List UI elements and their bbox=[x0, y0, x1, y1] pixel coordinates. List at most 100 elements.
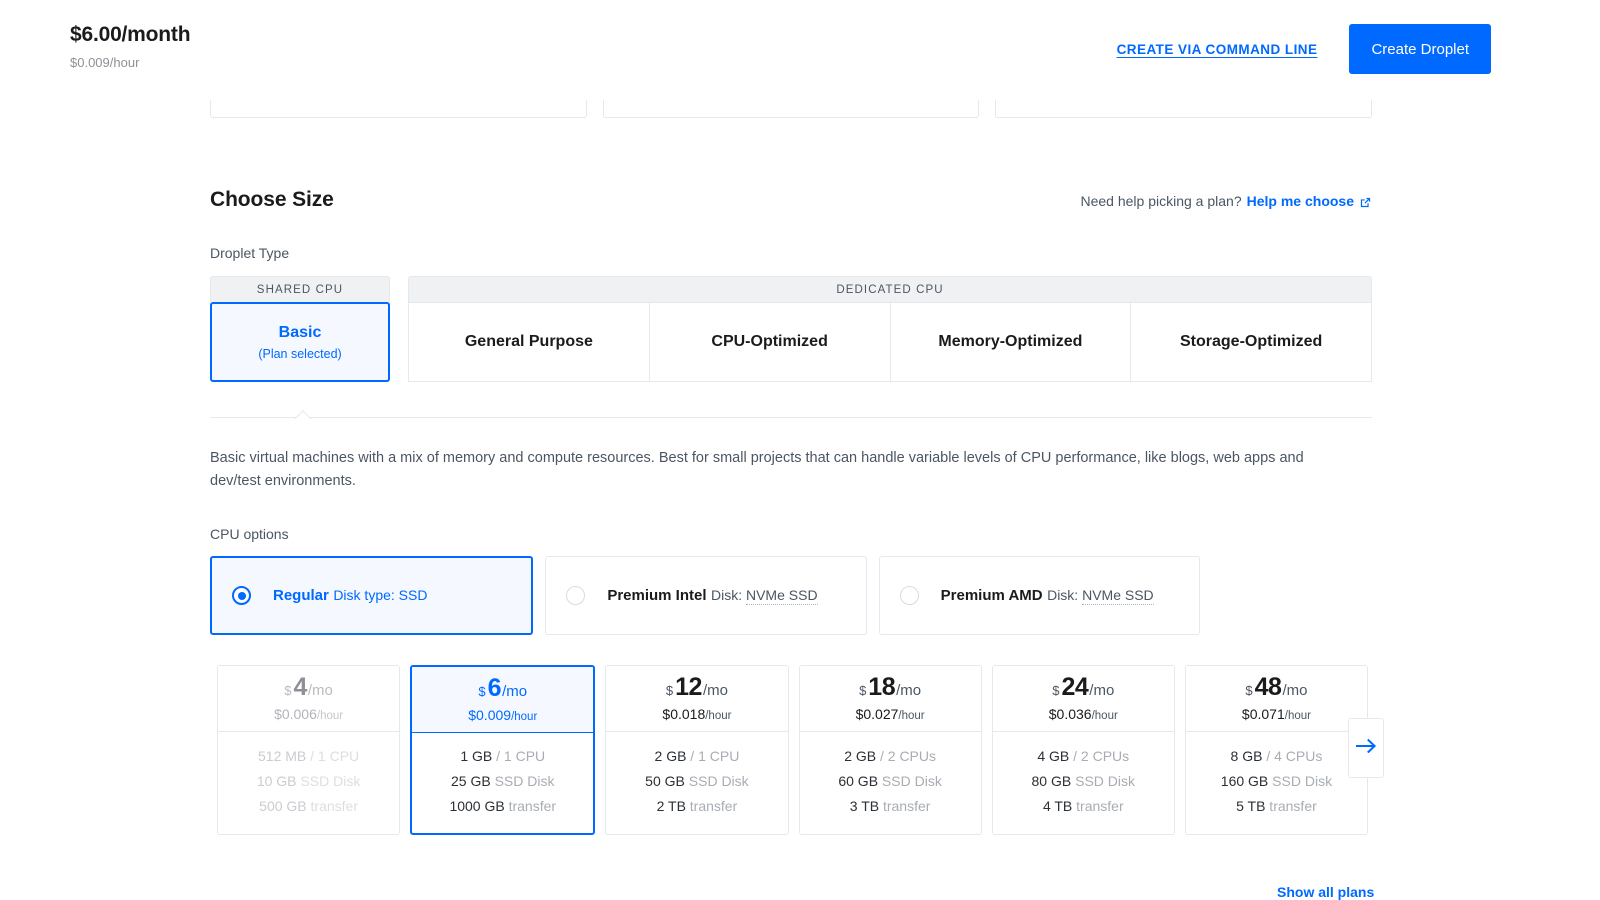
plan-card-6-hourly-unit: /hour bbox=[511, 711, 538, 723]
cpu-option-premium-amd-disk: Disk: NVMe SSD bbox=[1047, 586, 1154, 605]
droplet-type-description: Basic virtual machines with a mix of mem… bbox=[210, 450, 1304, 489]
plan-card-12[interactable]: $12/mo $0.018/hour 2 GB / 1 CPU 50 GB SS… bbox=[605, 665, 789, 835]
cpu-option-premium-intel-disk-value[interactable]: NVMe SSD bbox=[745, 586, 818, 605]
plan-card-4-disk-unit: SSD Disk bbox=[296, 772, 361, 789]
show-all-plans-link[interactable]: Show all plans bbox=[1277, 884, 1374, 900]
plans-next-page-button[interactable] bbox=[1348, 718, 1384, 778]
plan-card-12-amount: 12 bbox=[675, 673, 702, 701]
cpu-option-regular-text: Regular Disk type: SSD bbox=[273, 586, 427, 606]
plan-card-6-hourly: $0.009/hour bbox=[468, 707, 537, 723]
tab-cpu-optimized[interactable]: CPU-Optimized bbox=[649, 302, 891, 382]
price-monthly: $6.00/month bbox=[70, 23, 191, 46]
plan-card-48-price: $48/mo bbox=[1245, 675, 1307, 700]
plan-card-12-specs: 2 GB / 1 CPU 50 GB SSD Disk 2 TB transfe… bbox=[606, 732, 787, 834]
plan-card-6-amount: 6 bbox=[487, 674, 502, 702]
cpu-options-group: Regular Disk type: SSD Premium Intel Dis… bbox=[210, 556, 1200, 635]
cpu-option-regular[interactable]: Regular Disk type: SSD bbox=[210, 556, 534, 635]
plan-card-12-period: /mo bbox=[702, 682, 728, 699]
plan-card-18[interactable]: $18/mo $0.027/hour 2 GB / 2 CPUs 60 GB S… bbox=[798, 665, 982, 835]
plan-card-48[interactable]: $48/mo $0.071/hour 8 GB / 4 CPUs 160 GB … bbox=[1184, 665, 1369, 835]
cpu-options-label: CPU options bbox=[210, 526, 289, 542]
plan-card-6-disk: 25 GB bbox=[451, 772, 491, 789]
plan-card-24-transfer-line: 4 TB transfer bbox=[1043, 797, 1124, 816]
plan-card-4-transfer-unit: transfer bbox=[306, 797, 358, 814]
external-link-icon bbox=[1359, 196, 1372, 209]
radio-regular-icon[interactable] bbox=[232, 586, 251, 605]
plan-card-24-disk: 80 GB bbox=[1031, 772, 1072, 789]
droplet-type-label: Droplet Type bbox=[210, 245, 290, 261]
cpu-option-regular-disk-prefix: Disk type: bbox=[333, 586, 399, 603]
selected-tab-notch-divider bbox=[210, 410, 1372, 424]
plan-card-12-hourly: $0.018/hour bbox=[662, 706, 731, 722]
plan-card-6-price: $6/mo bbox=[478, 676, 527, 701]
plan-card-18-period: /mo bbox=[896, 682, 922, 699]
plan-card-12-disk-line: 50 GB SSD Disk bbox=[645, 772, 749, 791]
plan-card-18-memory-cpu: 2 GB / 2 CPUs bbox=[844, 747, 936, 766]
create-via-command-line-link[interactable]: CREATE VIA COMMAND LINE bbox=[1117, 42, 1318, 57]
plan-card-4-hourly-unit: /hour bbox=[316, 710, 344, 722]
shared-cpu-group: SHARED CPU Basic (Plan selected) bbox=[210, 276, 390, 382]
plan-card-12-memory: 2 GB bbox=[654, 747, 687, 764]
dedicated-cpu-group: DEDICATED CPU General Purpose CPU-Optimi… bbox=[408, 276, 1372, 382]
plan-card-24-currency: $ bbox=[1052, 683, 1060, 698]
plan-card-4-currency: $ bbox=[284, 683, 292, 698]
plan-card-6-specs: 1 GB / 1 CPU 25 GB SSD Disk 1000 GB tran… bbox=[412, 733, 593, 833]
help-me-choose-link[interactable]: Help me choose bbox=[1247, 193, 1354, 209]
plan-card-4-specs: 512 MB / 1 CPU 10 GB SSD Disk 500 GB tra… bbox=[218, 732, 399, 834]
plan-card-6-period: /mo bbox=[502, 683, 528, 700]
plan-card-18-transfer-unit: transfer bbox=[879, 797, 931, 814]
plan-card-48-price-area: $48/mo $0.071/hour bbox=[1185, 666, 1368, 732]
plan-card-24-hourly-unit: /hour bbox=[1091, 710, 1118, 722]
plan-card-6-cpu: / 1 CPU bbox=[492, 747, 546, 764]
tab-general-purpose[interactable]: General Purpose bbox=[408, 302, 650, 382]
plan-card-4-price: $4/mo bbox=[284, 675, 333, 700]
dedicated-cpu-group-header: DEDICATED CPU bbox=[408, 276, 1372, 302]
plan-card-6-currency: $ bbox=[478, 684, 486, 699]
plan-card-48-transfer-line: 5 TB transfer bbox=[1236, 797, 1317, 816]
plan-card-18-disk: 60 GB bbox=[838, 772, 879, 789]
tab-memory-optimized[interactable]: Memory-Optimized bbox=[890, 302, 1132, 382]
droplet-type-tabs: SHARED CPU Basic (Plan selected) DEDICAT… bbox=[210, 276, 1372, 382]
plan-card-48-cpu: / 4 CPUs bbox=[1262, 747, 1323, 764]
plan-card-12-disk-unit: SSD Disk bbox=[684, 772, 749, 789]
plan-card-18-hourly-unit: /hour bbox=[898, 710, 925, 722]
plan-card-6-transfer: 1000 GB bbox=[449, 797, 505, 814]
tab-storage-optimized-title: Storage-Optimized bbox=[1180, 333, 1323, 350]
plan-card-4-memory-cpu: 512 MB / 1 CPU bbox=[258, 747, 359, 766]
plan-card-12-transfer-unit: transfer bbox=[685, 797, 738, 814]
tab-general-purpose-title: General Purpose bbox=[464, 333, 593, 350]
cpu-option-premium-intel[interactable]: Premium Intel Disk: NVMe SSD bbox=[545, 556, 867, 635]
plan-card-4-transfer-line: 500 GB transfer bbox=[259, 797, 358, 816]
plan-card-48-memory: 8 GB bbox=[1230, 747, 1263, 764]
plan-card-12-cpu: / 1 CPU bbox=[686, 747, 740, 764]
radio-premium-intel-icon[interactable] bbox=[566, 586, 586, 605]
plan-card-24-hourly-value: $0.036 bbox=[1048, 706, 1092, 722]
plan-card-24[interactable]: $24/mo $0.036/hour 4 GB / 2 CPUs 80 GB S… bbox=[991, 665, 1175, 835]
plan-card-4[interactable]: $4/mo $0.006/hour 512 MB / 1 CPU 10 GB S… bbox=[217, 665, 401, 835]
plan-card-18-transfer: 3 TB bbox=[849, 797, 880, 814]
plan-card-12-hourly-value: $0.018 bbox=[662, 706, 706, 722]
plan-card-24-transfer: 4 TB bbox=[1042, 797, 1073, 814]
create-droplet-button[interactable]: Create Droplet bbox=[1349, 24, 1491, 74]
price-summary: $6.00/month $0.009/hour bbox=[70, 22, 191, 71]
plan-card-6[interactable]: $6/mo $0.009/hour 1 GB / 1 CPU 25 GB SSD… bbox=[410, 665, 596, 835]
cpu-option-premium-intel-disk: Disk: NVMe SSD bbox=[711, 586, 818, 605]
plan-card-24-cpu: / 2 CPUs bbox=[1069, 747, 1130, 764]
cpu-option-regular-name: Regular bbox=[273, 586, 329, 604]
plan-card-4-disk-line: 10 GB SSD Disk bbox=[257, 772, 361, 791]
plan-card-18-disk-unit: SSD Disk bbox=[878, 772, 942, 789]
plan-card-24-price-area: $24/mo $0.036/hour bbox=[992, 666, 1174, 732]
tab-basic[interactable]: Basic (Plan selected) bbox=[210, 302, 390, 382]
price-hourly: $0.009/hour bbox=[70, 55, 140, 70]
plan-card-6-memory: 1 GB bbox=[460, 747, 493, 764]
radio-premium-amd-icon[interactable] bbox=[899, 586, 919, 605]
cpu-option-premium-amd-disk-value[interactable]: NVMe SSD bbox=[1082, 586, 1154, 605]
tab-basic-subtitle: (Plan selected) bbox=[258, 346, 342, 361]
cpu-option-premium-amd[interactable]: Premium AMD Disk: NVMe SSD bbox=[878, 556, 1200, 635]
tab-memory-optimized-title: Memory-Optimized bbox=[938, 333, 1083, 350]
tab-storage-optimized[interactable]: Storage-Optimized bbox=[1131, 302, 1372, 382]
plan-card-12-price-area: $12/mo $0.018/hour bbox=[606, 666, 788, 732]
plan-card-12-transfer: 2 TB bbox=[656, 797, 686, 814]
plan-card-24-transfer-unit: transfer bbox=[1072, 797, 1124, 814]
arrow-right-icon bbox=[1355, 738, 1377, 759]
